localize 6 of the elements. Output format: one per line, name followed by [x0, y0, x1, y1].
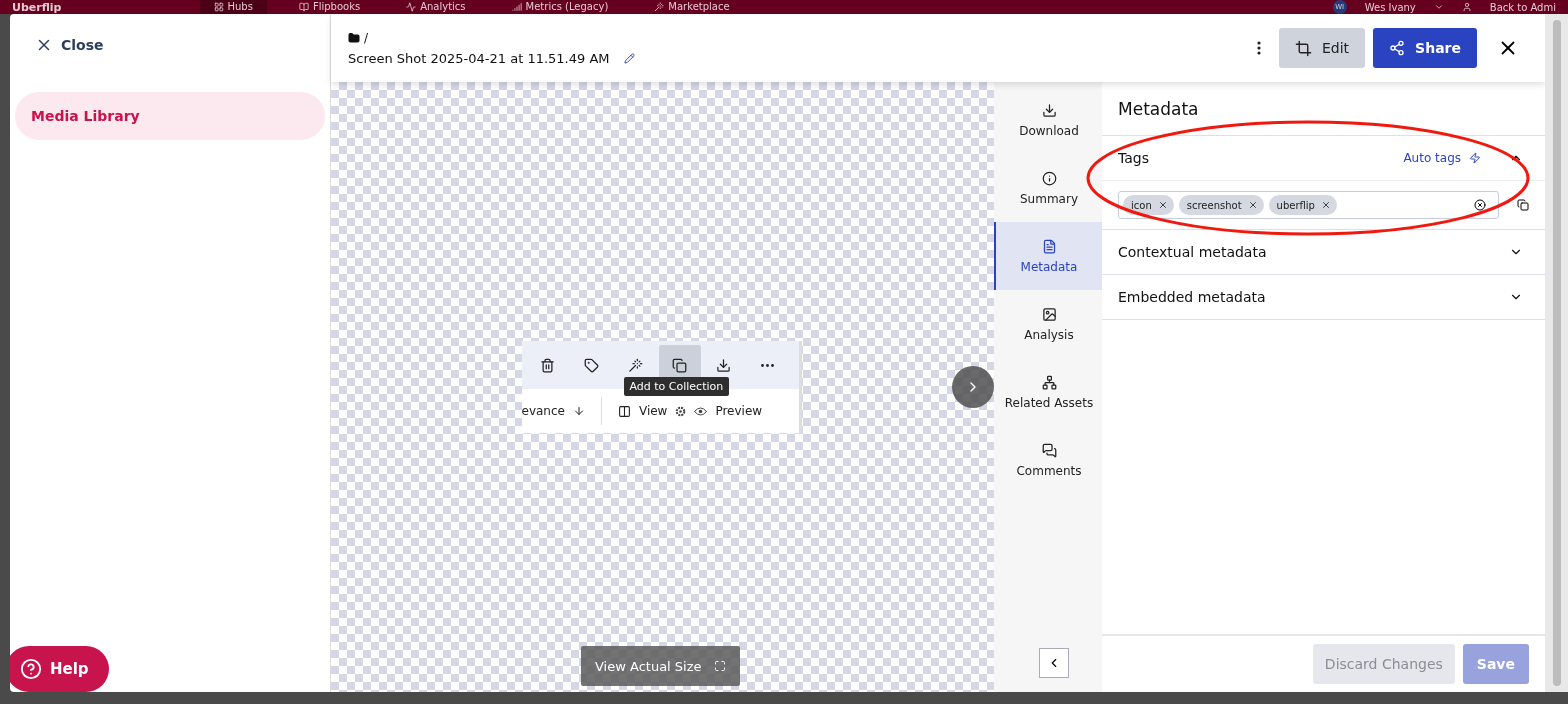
logo: Uberflip: [12, 0, 62, 14]
view-label: View: [638, 404, 668, 418]
file-title: Screen Shot 2025-04-21 at 11.51.49 AM: [348, 50, 610, 66]
tooltip: Add to Collection: [623, 377, 730, 396]
preview-label: Preview: [715, 404, 763, 418]
sort-label: evance: [521, 404, 565, 418]
